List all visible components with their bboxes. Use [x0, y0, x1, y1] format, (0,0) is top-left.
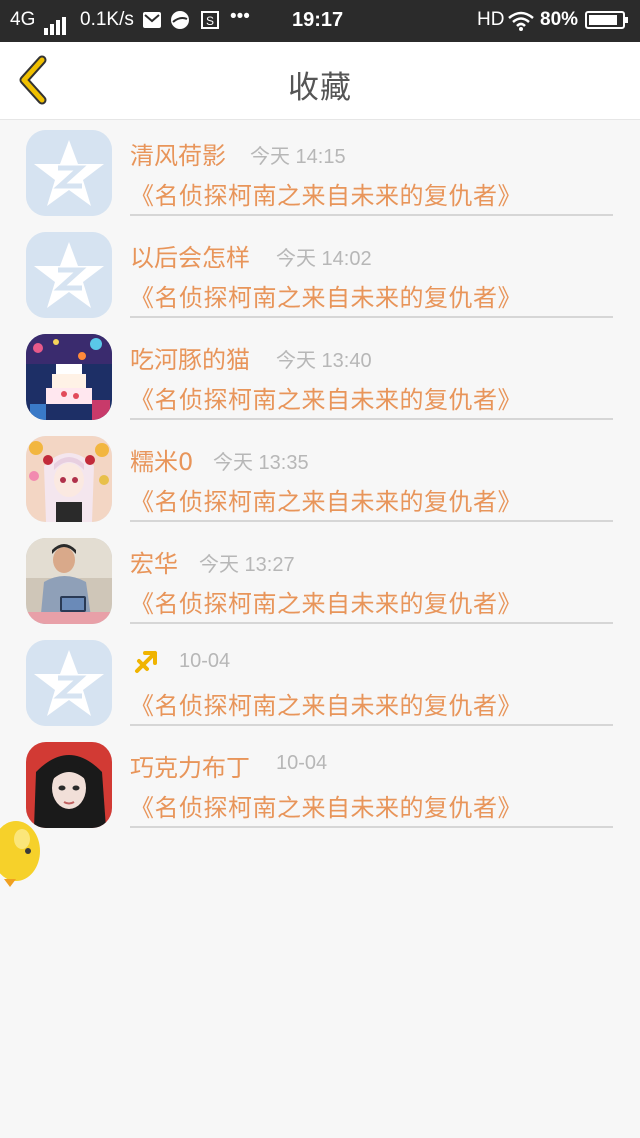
- cake-avatar[interactable]: [26, 334, 112, 420]
- person-tablet-avatar[interactable]: [26, 538, 112, 624]
- hd-indicator: HD: [477, 9, 505, 30]
- anime-girl-image: [26, 436, 112, 522]
- more-icon: •••: [230, 6, 250, 27]
- favorite-title[interactable]: 《名侦探柯南之来自未来的复仇者》: [130, 278, 522, 313]
- user-name[interactable]: 糯米0: [130, 442, 193, 477]
- favorite-title[interactable]: 《名侦探柯南之来自未来的复仇者》: [130, 788, 522, 823]
- default-avatar[interactable]: [26, 232, 112, 318]
- battery-icon: [585, 11, 628, 29]
- favorite-item-body: 吃河豚的猫 今天 13:40 《名侦探柯南之来自未来的复仇者》: [130, 324, 613, 420]
- network-type: 4G: [10, 9, 36, 30]
- user-name[interactable]: 以后会怎样: [130, 238, 250, 273]
- chick-mascot-icon: [0, 821, 40, 887]
- message-icon: [143, 11, 161, 35]
- favorite-item-body: 巧克力布丁 10-04 《名侦探柯南之来自未来的复仇者》: [130, 732, 613, 828]
- favorite-title[interactable]: 《名侦探柯南之来自未来的复仇者》: [130, 482, 522, 517]
- s-app-icon: S: [201, 11, 219, 35]
- favorite-item[interactable]: 10-04 《名侦探柯南之来自未来的复仇者》: [0, 630, 640, 732]
- favorite-item[interactable]: 巧克力布丁 10-04 《名侦探柯南之来自未来的复仇者》: [0, 732, 640, 834]
- favorite-title[interactable]: 《名侦探柯南之来自未来的复仇者》: [130, 380, 522, 415]
- favorite-item[interactable]: 糯米0 今天 13:35 《名侦探柯南之来自未来的复仇者》: [0, 426, 640, 528]
- user-name[interactable]: 巧克力布丁: [130, 748, 250, 783]
- qzone-star-icon: [26, 232, 112, 318]
- favorite-item[interactable]: 以后会怎样 今天 14:02 《名侦探柯南之来自未来的复仇者》: [0, 222, 640, 324]
- timestamp: 今天 13:40: [276, 350, 372, 372]
- app-notification-icon: [170, 10, 190, 36]
- timestamp: 10-04: [276, 752, 328, 774]
- clock: 19:17: [292, 9, 344, 31]
- timestamp: 今天 13:27: [199, 554, 295, 576]
- timestamp: 今天 13:35: [213, 452, 309, 474]
- favorite-item[interactable]: 宏华 今天 13:27 《名侦探柯南之来自未来的复仇者》: [0, 528, 640, 630]
- favorite-item-body: 以后会怎样 今天 14:02 《名侦探柯南之来自未来的复仇者》: [130, 222, 613, 318]
- battery-percent: 80%: [540, 9, 579, 30]
- favorite-item-body: 清风荷影 今天 14:15 《名侦探柯南之来自未来的复仇者》: [130, 120, 613, 216]
- wifi-icon: [508, 11, 534, 37]
- default-avatar[interactable]: [26, 640, 112, 726]
- favorite-item-body: 糯米0 今天 13:35 《名侦探柯南之来自未来的复仇者》: [130, 426, 613, 522]
- user-name[interactable]: 清风荷影: [130, 136, 226, 171]
- person-tablet-image: [26, 538, 112, 624]
- sagittarius-icon: [135, 651, 157, 673]
- header: 收藏: [0, 42, 640, 120]
- timestamp: 今天 14:15: [250, 146, 346, 168]
- page-title: 收藏: [288, 70, 352, 106]
- favorite-title[interactable]: 《名侦探柯南之来自未来的复仇者》: [130, 584, 522, 619]
- timestamp: 10-04: [179, 650, 231, 672]
- favorite-title[interactable]: 《名侦探柯南之来自未来的复仇者》: [130, 686, 522, 721]
- favorite-item[interactable]: 清风荷影 今天 14:15 《名侦探柯南之来自未来的复仇者》: [0, 120, 640, 222]
- network-speed: 0.1K/s: [80, 9, 134, 30]
- favorite-item-body: 宏华 今天 13:27 《名侦探柯南之来自未来的复仇者》: [130, 528, 613, 624]
- cake-image: [26, 334, 112, 420]
- svg-text:S: S: [206, 14, 214, 28]
- floating-mascot-button[interactable]: [0, 815, 42, 887]
- anime-girl-avatar[interactable]: [26, 436, 112, 522]
- status-bar: 4G 0.1K/s S ••• 19:17 HD 80%: [0, 0, 640, 42]
- timestamp: 今天 14:02: [276, 248, 372, 270]
- qzone-star-icon: [26, 640, 112, 726]
- default-avatar[interactable]: [26, 130, 112, 216]
- user-name[interactable]: 吃河豚的猫: [130, 340, 250, 375]
- signal-icon: [44, 13, 68, 35]
- favorite-title[interactable]: 《名侦探柯南之来自未来的复仇者》: [130, 176, 522, 211]
- user-name[interactable]: 宏华: [130, 544, 178, 579]
- qzone-star-icon: [26, 130, 112, 216]
- favorite-item-body: 10-04 《名侦探柯南之来自未来的复仇者》: [130, 630, 613, 726]
- favorite-item[interactable]: 吃河豚的猫 今天 13:40 《名侦探柯南之来自未来的复仇者》: [0, 324, 640, 426]
